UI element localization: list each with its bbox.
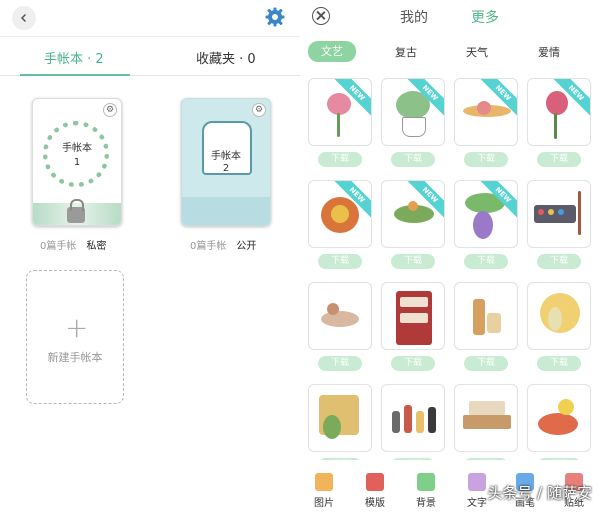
leaf-decoration (182, 197, 270, 225)
tool-label: 图片 (314, 498, 334, 509)
sticker-thumbnail[interactable] (454, 282, 518, 350)
text-icon (468, 473, 486, 491)
sticker-item[interactable]: NEW 下载 (308, 180, 372, 269)
sticker-item[interactable]: 下载 (527, 384, 591, 460)
category-fugu[interactable]: 复古 (395, 44, 417, 60)
sticker-thumbnail[interactable]: NEW (381, 78, 445, 146)
privacy-label: 公开 (236, 241, 257, 252)
sticker-item[interactable]: NEW 下载 (454, 78, 518, 167)
tab-notebooks[interactable]: 手帐本 · 2 (44, 48, 104, 67)
download-button[interactable]: 下载 (318, 356, 362, 371)
sticker-item[interactable]: 下载 (381, 384, 445, 460)
sticker-thumbnail[interactable] (527, 282, 591, 350)
category-bar: 文艺 复古 天气 爱情 (300, 38, 600, 68)
sticker-item[interactable]: NEW 下载 (527, 78, 591, 167)
new-notebook-button[interactable]: + 新建手帐本 (26, 270, 124, 404)
picture-icon (315, 473, 333, 491)
notebook-cover-2[interactable]: ⚙ 手帐本 2 (181, 98, 271, 226)
download-button[interactable]: 下载 (391, 254, 435, 269)
tab-more[interactable]: 更多 (471, 7, 499, 27)
entry-count: 0篇手帐 (40, 241, 77, 252)
gear-icon (265, 7, 285, 27)
category-aiqing[interactable]: 爱情 (538, 44, 560, 60)
sticker-item[interactable]: 下载 (308, 282, 372, 371)
sticker-store-panel: 我的 更多 文艺 复古 天气 爱情 NEW 下载 NEW 下载 NEW 下载 N… (300, 0, 600, 513)
download-button[interactable]: 下载 (391, 152, 435, 167)
template-icon (366, 473, 384, 491)
gear-icon[interactable]: ⚙ (252, 103, 266, 117)
privacy-label: 私密 (86, 241, 107, 252)
sticker-item[interactable]: 下载 (454, 282, 518, 371)
sticker-item[interactable]: 下载 (527, 180, 591, 269)
gear-icon[interactable]: ⚙ (103, 103, 117, 117)
tab-mine[interactable]: 我的 (400, 7, 428, 27)
category-wenyi[interactable]: 文艺 (308, 41, 356, 62)
notebook-panel: 手帐本 · 2 收藏夹 · 0 ⚙ 手帐本 1 0篇手帐 私密 ⚙ 手帐本 2 0… (0, 0, 300, 513)
sticker-thumbnail[interactable]: NEW (381, 180, 445, 248)
download-button[interactable]: 下载 (537, 254, 581, 269)
category-tianqi[interactable]: 天气 (466, 44, 488, 60)
notebook-meta-1: 0篇手帐 私密 (40, 237, 106, 252)
sticker-thumbnail[interactable]: NEW (454, 180, 518, 248)
download-button[interactable]: 下载 (464, 152, 508, 167)
notebook-header (0, 0, 300, 34)
notebook-title: 手帐本 (62, 143, 92, 154)
tool-picture[interactable]: 图片 (304, 473, 344, 509)
sticker-thumbnail[interactable]: NEW (308, 180, 372, 248)
download-button[interactable]: 下载 (391, 458, 435, 460)
notebook-number: 2 (222, 163, 230, 174)
sticker-item[interactable]: NEW 下载 (381, 78, 445, 167)
tab-favorites[interactable]: 收藏夹 · 0 (196, 48, 256, 67)
watermark: 头条号 / 随萨安 (487, 484, 592, 502)
sticker-thumbnail[interactable]: NEW (527, 78, 591, 146)
sticker-thumbnail[interactable] (454, 384, 518, 452)
tool-label: 背景 (416, 498, 436, 509)
notebook-title: 手帐本 (211, 151, 241, 162)
background-icon (417, 473, 435, 491)
notebook-tabs: 手帐本 · 2 收藏夹 · 0 (0, 36, 300, 76)
download-button[interactable]: 下载 (537, 356, 581, 371)
tool-background[interactable]: 背景 (406, 473, 446, 509)
sticker-item[interactable]: NEW 下载 (308, 78, 372, 167)
download-button[interactable]: 下载 (318, 152, 362, 167)
notebook-meta-2: 0篇手帐 公开 (190, 237, 256, 252)
sticker-item[interactable]: 下载 (308, 384, 372, 460)
settings-button[interactable] (264, 6, 286, 28)
download-button[interactable]: 下载 (464, 356, 508, 371)
sticker-thumbnail[interactable] (308, 384, 372, 452)
back-button[interactable] (12, 6, 36, 30)
notebook-number: 1 (73, 157, 81, 168)
sticker-item[interactable]: NEW 下载 (381, 180, 445, 269)
notebook-cover-1[interactable]: ⚙ 手帐本 1 (32, 98, 122, 226)
sticker-item[interactable]: 下载 (527, 282, 591, 371)
download-button[interactable]: 下载 (537, 458, 581, 460)
active-tab-indicator (20, 74, 130, 76)
chevron-left-icon (20, 13, 27, 23)
new-notebook-label: 新建手帐本 (47, 351, 103, 364)
plus-icon: + (65, 311, 89, 344)
sticker-thumbnail[interactable] (308, 282, 372, 350)
sticker-item[interactable]: 下载 (454, 384, 518, 460)
sticker-thumbnail[interactable] (527, 384, 591, 452)
close-icon[interactable] (312, 7, 330, 25)
sticker-thumbnail[interactable] (381, 384, 445, 452)
download-button[interactable]: 下载 (318, 458, 362, 460)
sticker-item[interactable]: NEW 下载 (454, 180, 518, 269)
sticker-item[interactable]: 下载 (381, 282, 445, 371)
lock-icon (67, 199, 85, 223)
tool-template[interactable]: 模版 (355, 473, 395, 509)
download-button[interactable]: 下载 (464, 254, 508, 269)
sticker-thumbnail[interactable]: NEW (308, 78, 372, 146)
sticker-thumbnail[interactable] (527, 180, 591, 248)
entry-count: 0篇手帐 (190, 241, 227, 252)
tool-label: 模版 (365, 498, 385, 509)
sticker-grid: NEW 下载 NEW 下载 NEW 下载 NEW 下载 NEW 下载 NEW 下… (308, 78, 596, 460)
download-button[interactable]: 下载 (464, 458, 508, 460)
sticker-thumbnail[interactable] (381, 282, 445, 350)
download-button[interactable]: 下载 (391, 356, 435, 371)
sticker-thumbnail[interactable]: NEW (454, 78, 518, 146)
download-button[interactable]: 下载 (537, 152, 581, 167)
download-button[interactable]: 下载 (318, 254, 362, 269)
